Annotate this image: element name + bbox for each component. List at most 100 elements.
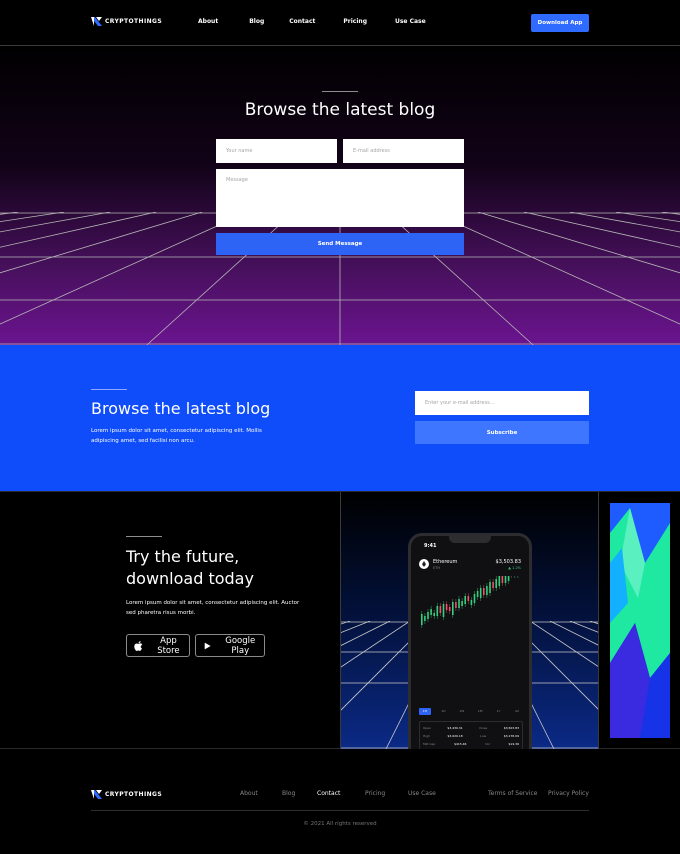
footer-nav-blog[interactable]: Blog: [282, 790, 295, 797]
title-rule: [91, 389, 127, 390]
grid-line: [569, 212, 680, 233]
candle-body: [461, 601, 463, 606]
timeframe-tab[interactable]: All: [511, 708, 523, 715]
play-icon: [204, 642, 211, 649]
newsletter-section: Browse the latest blog Lorem ipsum dolor…: [0, 345, 680, 491]
timeframe-tab[interactable]: 1D: [437, 708, 449, 715]
grid-line: [385, 212, 534, 345]
perspective-grid: [0, 212, 680, 345]
candle-body: [483, 588, 485, 595]
logo-icon: [91, 790, 102, 799]
coin-stats: Open $3,430.31 Close $3,503.83 High $3,620.18…: [419, 721, 523, 749]
grid-line: [0, 212, 157, 248]
grid-line: [146, 212, 295, 345]
candle-body: [448, 607, 451, 611]
candle-body: [452, 602, 454, 615]
stat-row: High $3,620.18 Low $3,178.09: [423, 734, 519, 738]
phone-showcase: 9:41 Ethereum ETH $3,503.83 ▲ 1.2% 1H 1D 1…: [340, 492, 599, 749]
candle-body: [467, 596, 470, 601]
download-title-line1: Try the future,: [126, 547, 240, 566]
candle-body: [445, 604, 448, 610]
candle-body: [495, 579, 497, 588]
download-title: Try the future, download today: [126, 546, 254, 590]
timeframe-tab[interactable]: 1Y: [493, 708, 505, 715]
coin-name: Ethereum: [433, 559, 458, 565]
brand-name: CRYPTOTHINGS: [105, 18, 163, 25]
grid-line: [341, 621, 351, 625]
stat-row: Mkt Cap $415.46 Vol $19.36: [423, 742, 519, 746]
candle-body: [501, 576, 504, 583]
candlestick-chart: [421, 576, 519, 628]
grid-line: [0, 212, 19, 215]
subscribe-button[interactable]: Subscribe: [415, 421, 589, 444]
grid-line: [589, 621, 598, 625]
candle-body: [430, 609, 432, 615]
name-input[interactable]: [216, 139, 337, 163]
send-message-button[interactable]: Send Message: [216, 233, 464, 255]
candle-body: [479, 588, 482, 598]
grid-line: [0, 212, 111, 233]
message-textarea[interactable]: [216, 169, 464, 227]
footer-nav-contact[interactable]: Contact: [317, 790, 340, 797]
footer-divider: [91, 810, 589, 811]
candle-body: [507, 576, 510, 581]
timeframe-tabs: 1H 1D 1W 1M 1Y All: [419, 708, 523, 715]
app-store-label: App Store: [157, 635, 180, 656]
newsletter-email-input[interactable]: [415, 391, 589, 415]
candle-body: [439, 606, 442, 613]
candle-body: [436, 606, 439, 616]
grid-line: [661, 212, 680, 215]
candle-body: [473, 594, 476, 603]
phone-mockup: 9:41 Ethereum ETH $3,503.83 ▲ 1.2% 1H 1D 1…: [408, 533, 532, 749]
grid-line: [0, 212, 249, 325]
ethereum-icon: [419, 559, 429, 569]
email-input[interactable]: [343, 139, 464, 163]
newsletter-title: Browse the latest blog: [91, 399, 271, 418]
newsletter-text: Lorem ipsum dolor sit amet, consectetur …: [91, 428, 262, 444]
grid-line: [431, 212, 680, 325]
candle-body: [427, 612, 429, 619]
privacy-link[interactable]: Privacy Policy: [548, 790, 589, 797]
candle-body: [504, 576, 507, 583]
nav-about[interactable]: About: [198, 18, 218, 25]
footer-nav-pricing[interactable]: Pricing: [365, 790, 385, 797]
grid-line: [615, 212, 680, 223]
footer-nav-use-case[interactable]: Use Case: [408, 790, 436, 797]
stat-row: Open $3,430.31 Close $3,503.83: [423, 726, 519, 730]
candle-body: [498, 576, 501, 586]
site-header: CRYPTOTHINGS About Blog Contact Pricing …: [0, 0, 680, 46]
google-play-label: Google Play: [225, 635, 256, 656]
phone-time: 9:41: [424, 543, 437, 549]
candle-body: [442, 604, 445, 617]
timeframe-tab[interactable]: 1W: [456, 708, 468, 715]
nav-use-case[interactable]: Use Case: [395, 18, 426, 25]
timeframe-tab[interactable]: 1M: [474, 708, 486, 715]
download-section: Try the future, download today Lorem ips…: [0, 491, 680, 749]
candle-body: [424, 616, 426, 621]
coin-change: ▲ 1.2%: [508, 566, 521, 570]
footer-logo[interactable]: CRYPTOTHINGS: [91, 790, 162, 799]
candle-body: [476, 591, 479, 597]
candle-body: [470, 600, 473, 605]
nav-blog[interactable]: Blog: [249, 18, 264, 25]
grid-line: [523, 212, 680, 248]
phone-notch: [449, 536, 491, 543]
candle-body: [455, 602, 457, 608]
candle-body: [489, 582, 491, 593]
nav-pricing[interactable]: Pricing: [343, 18, 367, 25]
apple-icon: [134, 640, 143, 651]
copyright: © 2021 All rights reserved: [303, 821, 377, 827]
download-text: Lorem ipsum dolor sit amet, consectetur …: [126, 600, 300, 616]
nav-contact[interactable]: Contact: [289, 18, 315, 25]
footer-nav-about[interactable]: About: [240, 790, 258, 797]
google-play-button[interactable]: Google Play: [195, 634, 265, 657]
terms-link[interactable]: Terms of Service: [488, 790, 537, 797]
candle-body: [486, 586, 488, 595]
app-store-button[interactable]: App Store: [126, 634, 190, 657]
timeframe-tab[interactable]: 1H: [419, 708, 431, 715]
candle-body: [433, 613, 435, 616]
brand-logo[interactable]: CRYPTOTHINGS: [91, 17, 162, 26]
artwork-image: [610, 503, 670, 738]
download-app-button[interactable]: Download App: [531, 14, 589, 32]
candle-body: [464, 596, 466, 604]
